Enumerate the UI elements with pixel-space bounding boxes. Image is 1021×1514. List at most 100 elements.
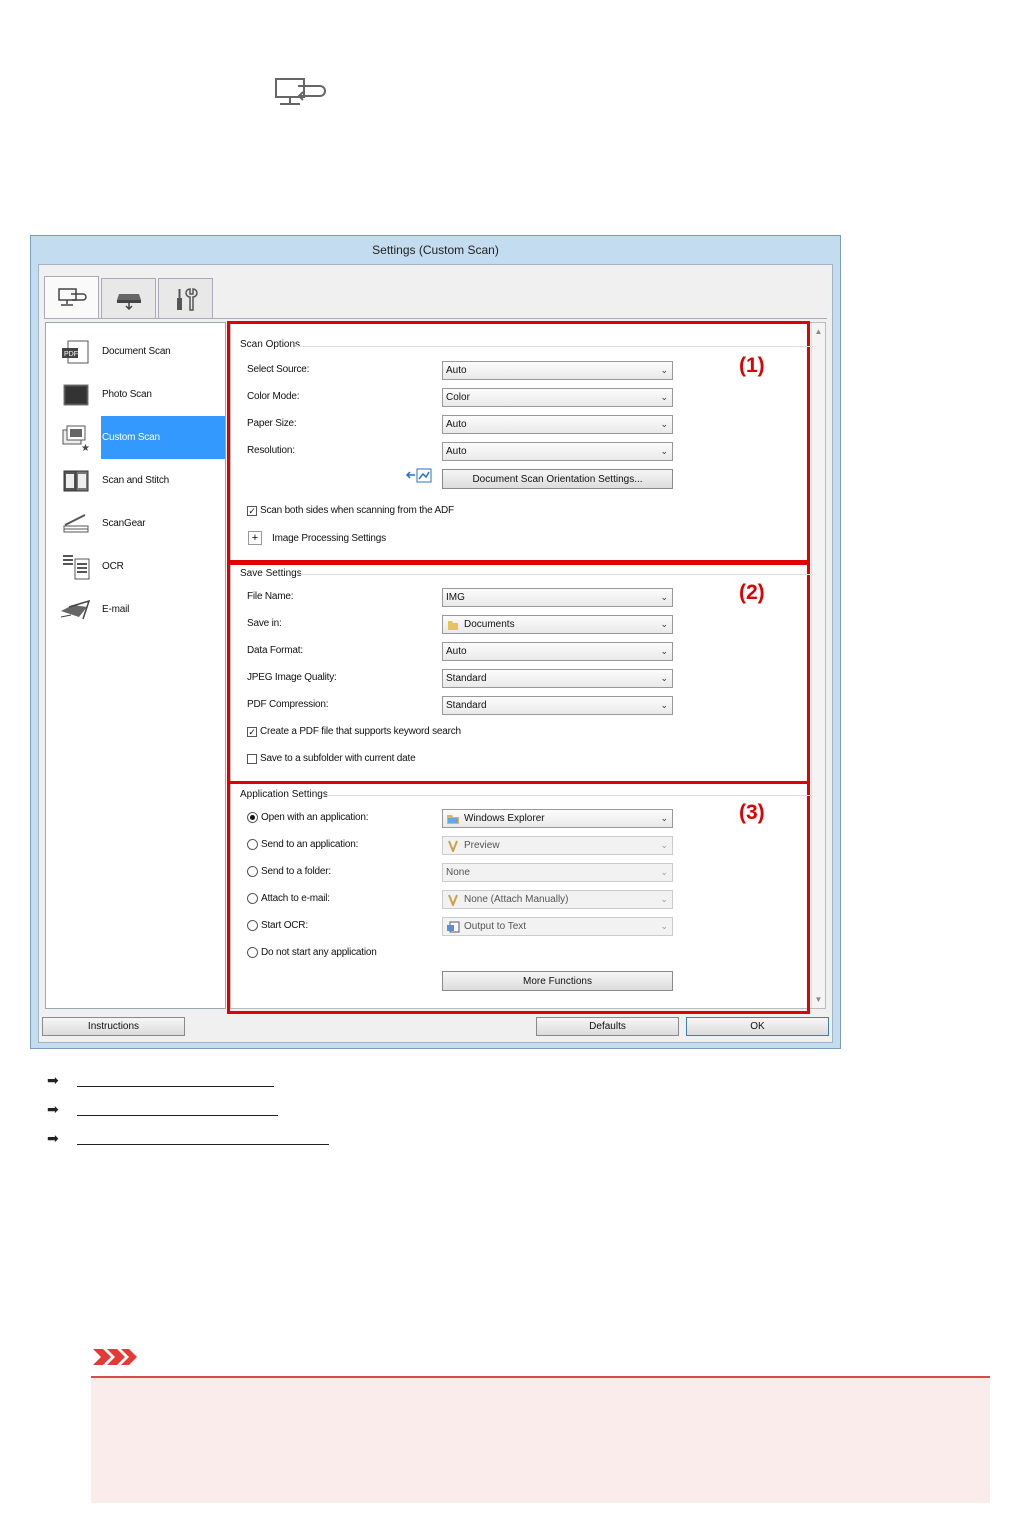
chevron-down-icon: ⌄ xyxy=(660,619,668,629)
dropdown-value: Standard xyxy=(446,700,487,711)
scan-both-sides-checkbox[interactable]: ✓ Scan both sides when scanning from the … xyxy=(247,505,454,516)
jpeg-quality-label: JPEG Image Quality: xyxy=(247,672,337,683)
subfolder-date-checkbox[interactable]: Save to a subfolder with current date xyxy=(247,753,416,764)
color-mode-label: Color Mode: xyxy=(247,391,300,402)
chevron-down-icon: ⌄ xyxy=(660,700,668,710)
save-in-dropdown[interactable]: Documents ⌄ xyxy=(442,615,673,634)
checkbox-label: Save to a subfolder with current date xyxy=(260,753,416,764)
orientation-settings-button[interactable]: Document Scan Orientation Settings... xyxy=(442,469,673,489)
send-to-app-dropdown[interactable]: Preview ⌄ xyxy=(442,836,673,855)
important-notice-box xyxy=(91,1376,990,1503)
checkbox-checked-icon: ✓ xyxy=(247,726,257,737)
paper-size-label: Paper Size: xyxy=(247,418,297,429)
link-row-2[interactable]: ➡ xyxy=(47,1101,278,1118)
chevron-down-icon: ⌄ xyxy=(660,867,668,877)
stitch-icon xyxy=(58,466,94,496)
link-underline[interactable] xyxy=(77,1115,278,1116)
send-to-folder-radio[interactable]: Send to a folder: xyxy=(247,866,331,877)
windows-explorer-icon xyxy=(446,813,460,825)
radio-label: Send to a folder: xyxy=(261,866,331,877)
arrow-right-icon: ➡ xyxy=(47,1101,59,1117)
nav-label: Custom Scan xyxy=(102,432,160,443)
attach-email-dropdown[interactable]: None (Attach Manually) ⌄ xyxy=(442,890,673,909)
open-with-app-dropdown[interactable]: Windows Explorer ⌄ xyxy=(442,809,673,828)
scanner-panel-icon xyxy=(116,293,141,310)
dropdown-value: Auto xyxy=(446,646,467,657)
data-format-dropdown[interactable]: Auto ⌄ xyxy=(442,642,673,661)
resolution-dropdown[interactable]: Auto ⌄ xyxy=(442,442,673,461)
image-processing-label[interactable]: Image Processing Settings xyxy=(272,533,386,544)
photo-icon xyxy=(58,380,94,410)
important-chevrons-icon xyxy=(91,1347,139,1372)
nav-label: Photo Scan xyxy=(102,389,152,400)
pdf-document-icon: PDF xyxy=(58,337,94,367)
send-to-folder-dropdown[interactable]: None ⌄ xyxy=(442,863,673,882)
folder-icon xyxy=(446,619,460,631)
nav-label: ScanGear xyxy=(102,518,146,529)
link-underline[interactable] xyxy=(77,1144,329,1145)
tab-general-settings[interactable] xyxy=(158,278,213,318)
dropdown-value: None xyxy=(446,867,470,878)
dropdown-value: Windows Explorer xyxy=(464,813,545,824)
checkbox-unchecked-icon xyxy=(247,753,257,764)
dropdown-value: None (Attach Manually) xyxy=(464,894,569,905)
nav-document-scan[interactable]: PDF Document Scan xyxy=(46,330,225,373)
start-ocr-radio[interactable]: Start OCR: xyxy=(247,920,308,931)
orientation-icon xyxy=(405,465,433,490)
dropdown-value: Preview xyxy=(464,840,500,851)
file-name-combobox[interactable]: IMG ⌄ xyxy=(442,588,673,607)
tools-icon xyxy=(176,287,198,311)
nav-scangear[interactable]: ScanGear xyxy=(46,502,225,545)
chevron-down-icon: ⌄ xyxy=(660,921,668,931)
dropdown-value: Color xyxy=(446,392,470,403)
svg-text:★: ★ xyxy=(81,443,90,452)
nav-scan-and-stitch[interactable]: Scan and Stitch xyxy=(46,459,225,502)
window-title: Settings (Custom Scan) xyxy=(372,243,499,257)
keyword-search-pdf-checkbox[interactable]: ✓ Create a PDF file that supports keyword… xyxy=(247,726,461,737)
scroll-down-icon[interactable]: ▼ xyxy=(814,995,823,1004)
nav-email[interactable]: E-mail xyxy=(46,588,225,631)
settings-window: Settings (Custom Scan) PDF Document Scan… xyxy=(30,235,841,1049)
ok-button[interactable]: OK xyxy=(686,1017,829,1036)
link-row-3[interactable]: ➡ xyxy=(47,1130,329,1147)
link-row-1[interactable]: ➡ xyxy=(47,1072,274,1089)
paper-size-dropdown[interactable]: Auto ⌄ xyxy=(442,415,673,434)
open-with-app-radio[interactable]: Open with an application: xyxy=(247,812,368,823)
more-functions-button[interactable]: More Functions xyxy=(442,971,673,991)
send-to-app-radio[interactable]: Send to an application: xyxy=(247,839,358,850)
instructions-button[interactable]: Instructions xyxy=(42,1017,185,1036)
dropdown-value: Auto xyxy=(446,419,467,430)
attach-email-radio[interactable]: Attach to e-mail: xyxy=(247,893,330,904)
jpeg-quality-dropdown[interactable]: Standard ⌄ xyxy=(442,669,673,688)
select-source-dropdown[interactable]: Auto ⌄ xyxy=(442,361,673,380)
radio-unselected-icon xyxy=(247,839,258,850)
tab-scan-from-panel[interactable] xyxy=(101,278,156,318)
defaults-button[interactable]: Defaults xyxy=(536,1017,679,1036)
scan-type-list: PDF Document Scan Photo Scan ★ Custom Sc… xyxy=(45,322,226,1009)
pdf-compression-dropdown[interactable]: Standard ⌄ xyxy=(442,696,673,715)
arrow-right-icon: ➡ xyxy=(47,1130,59,1146)
page: Settings (Custom Scan) PDF Document Scan… xyxy=(0,0,1021,1514)
preview-app-icon xyxy=(446,840,460,854)
scangear-icon xyxy=(58,509,94,539)
no-application-radio[interactable]: Do not start any application xyxy=(247,947,377,958)
dropdown-value: IMG xyxy=(446,592,465,603)
nav-custom-scan[interactable]: ★ Custom Scan xyxy=(46,416,225,459)
vertical-scrollbar[interactable]: ▲ ▼ xyxy=(811,323,825,1008)
nav-photo-scan[interactable]: Photo Scan xyxy=(46,373,225,416)
expand-plus-icon[interactable]: + xyxy=(248,531,262,545)
nav-ocr[interactable]: OCR xyxy=(46,545,225,588)
data-format-label: Data Format: xyxy=(247,645,303,656)
start-ocr-dropdown[interactable]: Output to Text ⌄ xyxy=(442,917,673,936)
color-mode-dropdown[interactable]: Color ⌄ xyxy=(442,388,673,407)
chevron-down-icon: ⌄ xyxy=(660,419,668,429)
scroll-up-icon[interactable]: ▲ xyxy=(814,327,823,336)
link-underline[interactable] xyxy=(77,1086,274,1087)
nav-label: OCR xyxy=(102,561,124,572)
annotation-number-2: (2) xyxy=(739,581,765,604)
radio-label: Attach to e-mail: xyxy=(261,893,330,904)
resolution-label: Resolution: xyxy=(247,445,295,456)
tab-scan-from-computer[interactable] xyxy=(44,276,99,318)
annotation-number-3: (3) xyxy=(739,801,765,824)
dropdown-value: Auto xyxy=(446,446,467,457)
